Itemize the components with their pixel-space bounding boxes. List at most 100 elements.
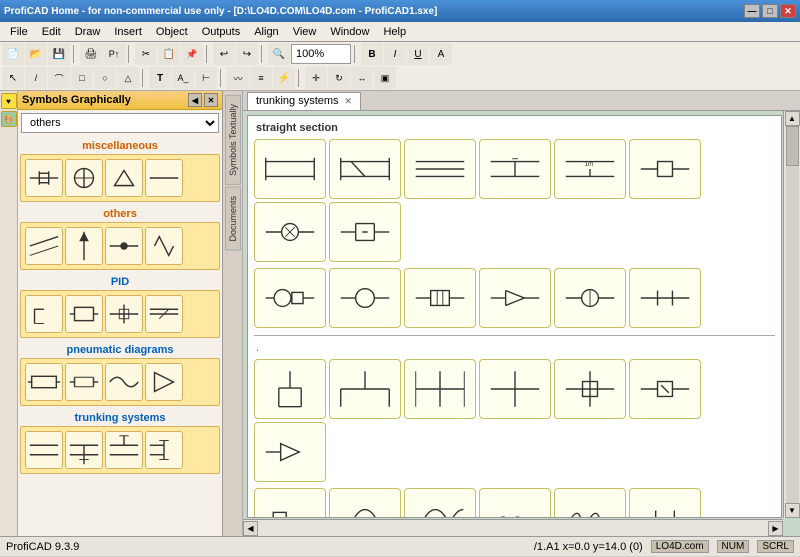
sym-pid-3[interactable] bbox=[105, 295, 143, 333]
sym-canvas-8[interactable] bbox=[329, 202, 401, 262]
sym-canvas-11[interactable] bbox=[404, 268, 476, 328]
pin-button[interactable]: ⊢ bbox=[195, 67, 217, 89]
sym-canvas-3[interactable] bbox=[404, 139, 476, 199]
undo-button[interactable]: ↩ bbox=[213, 43, 235, 65]
menu-file[interactable]: File bbox=[4, 24, 34, 40]
sym-misc-4[interactable] bbox=[145, 159, 183, 197]
menu-edit[interactable]: Edit bbox=[36, 24, 67, 40]
ellipse-button[interactable]: ○ bbox=[94, 67, 116, 89]
rotate-button[interactable]: ↻ bbox=[328, 67, 350, 89]
close-button[interactable]: ✕ bbox=[780, 4, 796, 18]
panel-close-button[interactable]: ✕ bbox=[204, 93, 218, 107]
maximize-button[interactable]: □ bbox=[762, 4, 778, 18]
sym-canvas-21[interactable] bbox=[254, 422, 326, 482]
sym-trunk-2[interactable] bbox=[65, 431, 103, 469]
sym-canvas-1[interactable] bbox=[254, 139, 326, 199]
paste-button[interactable]: 📌 bbox=[181, 43, 203, 65]
sym-pneu-2[interactable] bbox=[65, 363, 103, 401]
sym-canvas-24[interactable] bbox=[404, 488, 476, 518]
scroll-up-button[interactable]: ▲ bbox=[785, 111, 800, 126]
sym-pid-2[interactable] bbox=[65, 295, 103, 333]
text-button[interactable]: A bbox=[430, 43, 452, 65]
print-preview-button[interactable]: P↑ bbox=[103, 43, 125, 65]
scroll-left-button[interactable]: ◀ bbox=[243, 521, 258, 536]
sym-canvas-17[interactable] bbox=[404, 359, 476, 419]
sym-oth-3[interactable] bbox=[105, 227, 143, 265]
sym-canvas-27[interactable] bbox=[629, 488, 701, 518]
sym-misc-2[interactable] bbox=[65, 159, 103, 197]
sym-misc-1[interactable] bbox=[25, 159, 63, 197]
line-button[interactable]: / bbox=[25, 67, 47, 89]
new-button[interactable]: 📄 bbox=[2, 43, 24, 65]
sym-canvas-12[interactable] bbox=[479, 268, 551, 328]
category-select[interactable]: others miscellaneous PID pneumatic diagr… bbox=[21, 113, 219, 133]
wire-button[interactable]: 〰 bbox=[227, 67, 249, 89]
zoom-level[interactable]: 100% bbox=[291, 44, 351, 64]
menu-outputs[interactable]: Outputs bbox=[196, 24, 247, 40]
sym-canvas-23[interactable] bbox=[329, 488, 401, 518]
sym-pneu-1[interactable] bbox=[25, 363, 63, 401]
sym-trunk-4[interactable] bbox=[145, 431, 183, 469]
menu-view[interactable]: View bbox=[287, 24, 323, 40]
menu-help[interactable]: Help bbox=[377, 24, 412, 40]
heart-icon[interactable]: ♥ bbox=[1, 93, 17, 109]
scroll-right-button[interactable]: ▶ bbox=[768, 521, 783, 536]
sym-canvas-26[interactable] bbox=[554, 488, 626, 518]
tab-documents[interactable]: Documents bbox=[225, 187, 241, 251]
save-button[interactable]: 💾 bbox=[48, 43, 70, 65]
flip-button[interactable]: ↔ bbox=[351, 67, 373, 89]
scroll-down-button[interactable]: ▼ bbox=[785, 503, 800, 518]
group-button[interactable]: ▣ bbox=[374, 67, 396, 89]
sym-canvas-19[interactable] bbox=[554, 359, 626, 419]
sym-canvas-2[interactable] bbox=[329, 139, 401, 199]
sym-canvas-16[interactable] bbox=[329, 359, 401, 419]
canvas-inner[interactable]: straight section bbox=[247, 115, 782, 518]
underline-button[interactable]: U bbox=[407, 43, 429, 65]
bus-button[interactable]: ≡ bbox=[250, 67, 272, 89]
panel-pin-button[interactable]: ◀ bbox=[188, 93, 202, 107]
scroll-track-v[interactable] bbox=[786, 126, 799, 503]
sym-oth-1[interactable] bbox=[25, 227, 63, 265]
sym-canvas-15[interactable] bbox=[254, 359, 326, 419]
menu-align[interactable]: Align bbox=[248, 24, 284, 40]
arc-button[interactable]: ⌒ bbox=[48, 67, 70, 89]
label-button[interactable]: A_ bbox=[172, 67, 194, 89]
sym-canvas-20[interactable] bbox=[629, 359, 701, 419]
zoom-in-button[interactable]: 🔍 bbox=[268, 43, 290, 65]
highlight-button[interactable]: ⚡ bbox=[273, 67, 295, 89]
sym-trunk-1[interactable] bbox=[25, 431, 63, 469]
polygon-button[interactable]: △ bbox=[117, 67, 139, 89]
cut-button[interactable]: ✂ bbox=[135, 43, 157, 65]
sym-trunk-3[interactable] bbox=[105, 431, 143, 469]
print-button[interactable]: 🖨 bbox=[80, 43, 102, 65]
tab-symbols-textually[interactable]: Symbols Textually bbox=[225, 95, 241, 185]
italic-button[interactable]: I bbox=[384, 43, 406, 65]
sym-canvas-7[interactable] bbox=[254, 202, 326, 262]
sym-canvas-9[interactable] bbox=[254, 268, 326, 328]
sym-canvas-25[interactable] bbox=[479, 488, 551, 518]
scroll-thumb-v[interactable] bbox=[786, 126, 799, 166]
scrollbar-horizontal[interactable]: ◀ ▶ bbox=[243, 519, 783, 536]
minimize-button[interactable]: — bbox=[744, 4, 760, 18]
sym-pneu-4[interactable] bbox=[145, 363, 183, 401]
scrollbar-vertical[interactable]: ▲ ▼ bbox=[783, 111, 800, 518]
sym-canvas-6[interactable] bbox=[629, 139, 701, 199]
bold-button[interactable]: B bbox=[361, 43, 383, 65]
select-button[interactable]: ↖ bbox=[2, 67, 24, 89]
canvas-tab-trunking[interactable]: trunking systems ✕ bbox=[247, 92, 361, 110]
open-button[interactable]: 📂 bbox=[25, 43, 47, 65]
sym-canvas-13[interactable] bbox=[554, 268, 626, 328]
move-button[interactable]: ✛ bbox=[305, 67, 327, 89]
menu-object[interactable]: Object bbox=[150, 24, 194, 40]
sym-pid-1[interactable] bbox=[25, 295, 63, 333]
sym-canvas-14[interactable] bbox=[629, 268, 701, 328]
text-insert-button[interactable]: T bbox=[149, 67, 171, 89]
copy-button[interactable]: 📋 bbox=[158, 43, 180, 65]
redo-button[interactable]: ↪ bbox=[236, 43, 258, 65]
sym-canvas-5[interactable]: 1m bbox=[554, 139, 626, 199]
menu-insert[interactable]: Insert bbox=[108, 24, 148, 40]
sym-oth-4[interactable] bbox=[145, 227, 183, 265]
sym-oth-2[interactable] bbox=[65, 227, 103, 265]
canvas-tab-close[interactable]: ✕ bbox=[345, 96, 353, 107]
sym-canvas-10[interactable] bbox=[329, 268, 401, 328]
